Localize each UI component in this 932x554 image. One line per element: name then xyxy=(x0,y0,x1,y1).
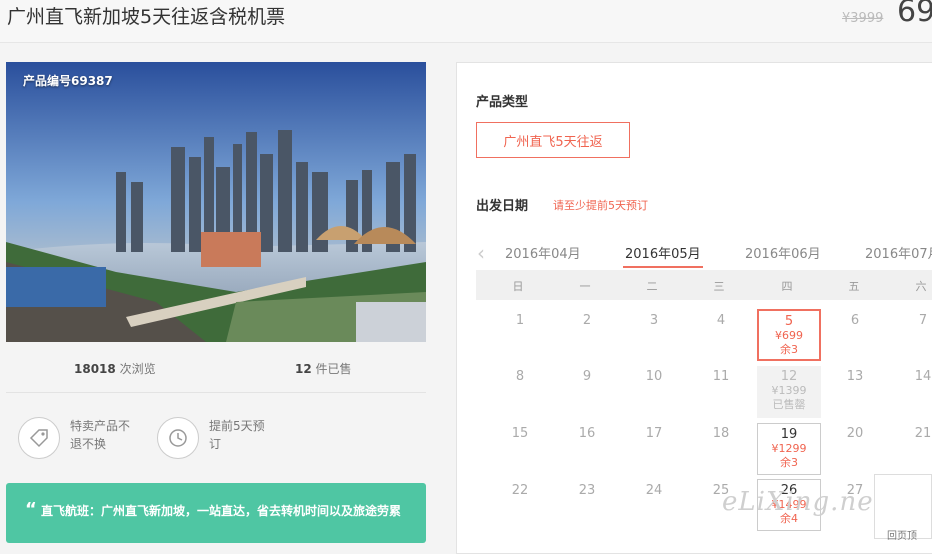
cell-day: 12 xyxy=(780,369,798,384)
booking-panel: 产品类型 广州直飞5天往返 出发日期 请至少提前5天预订 ‹ 2016年04月 … xyxy=(456,62,932,554)
current-price: 69 xyxy=(897,0,932,29)
sold-stat: 12 件已售 xyxy=(295,360,352,377)
cell-day: 19 xyxy=(780,427,798,442)
cell-price: ¥1399 xyxy=(771,384,807,397)
booking-hint: 请至少提前5天预订 xyxy=(553,199,648,212)
views-label: 次浏览 xyxy=(119,362,156,376)
active-month-indicator xyxy=(623,266,703,268)
calendar-cell-selected[interactable]: 5 ¥699 余3 xyxy=(757,309,821,361)
weekday-header: 日 一 二 三 四 五 六 xyxy=(476,270,932,300)
calendar-day: 10 xyxy=(645,369,663,384)
weekday: 五 xyxy=(848,280,860,293)
quote-icon: “ xyxy=(25,499,37,520)
views-stat: 18018 次浏览 xyxy=(74,360,156,377)
weekday: 日 xyxy=(512,280,524,293)
cell-remain: 已售罄 xyxy=(772,398,806,411)
month-tab-2016-06[interactable]: 2016年06月 xyxy=(745,243,821,262)
sold-label: 件已售 xyxy=(315,362,352,376)
page-title: 广州直飞新加坡5天往返含税机票 xyxy=(7,6,286,28)
back-to-top-button[interactable]: 回页顶 xyxy=(874,474,932,542)
calendar-day: 14 xyxy=(914,369,932,384)
calendar-day: 24 xyxy=(645,483,663,498)
calendar-cell-sold-out: 12 ¥1399 已售罄 xyxy=(757,366,821,418)
weekday: 一 xyxy=(579,280,591,293)
back-to-top-label: 回页顶 xyxy=(887,531,917,542)
calendar-day: 6 xyxy=(850,313,860,328)
cell-day: 5 xyxy=(784,314,794,329)
prev-month-arrow[interactable]: ‹ xyxy=(477,241,485,265)
calendar-day: 2 xyxy=(582,313,592,328)
sold-count: 12 xyxy=(295,362,312,376)
cell-remain: 余3 xyxy=(780,343,798,356)
weekday: 四 xyxy=(781,280,793,293)
views-count: 18018 xyxy=(74,362,116,376)
departure-date-label: 出发日期 xyxy=(476,199,529,214)
product-number: 产品编号69387 xyxy=(23,74,113,88)
clock-icon xyxy=(157,417,199,459)
tag-icon xyxy=(18,417,60,459)
feature-text: 特卖产品不退不换 xyxy=(70,419,131,451)
product-photo: 产品编号69387 xyxy=(6,62,426,342)
feature-no-refund: 特卖产品不退不换 xyxy=(18,417,136,459)
calendar-day: 11 xyxy=(712,369,730,384)
month-tab-2016-07[interactable]: 2016年07月 xyxy=(865,243,932,262)
calendar-day: 16 xyxy=(578,426,596,441)
month-tab-2016-04[interactable]: 2016年04月 xyxy=(505,243,581,262)
calendar-day: 17 xyxy=(645,426,663,441)
cell-price: ¥699 xyxy=(775,329,803,342)
page-header: 广州直飞新加坡5天往返含税机票 ¥3999 69 xyxy=(0,0,932,43)
original-price: ¥3999 xyxy=(842,11,884,26)
calendar-day: 22 xyxy=(511,483,529,498)
calendar-day: 15 xyxy=(511,426,529,441)
watermark: eLiXing.net xyxy=(722,487,886,517)
feature-advance-booking: 提前5天预订 xyxy=(157,417,275,459)
calendar-day: 1 xyxy=(515,313,525,328)
month-tab-2016-05[interactable]: 2016年05月 xyxy=(625,243,701,262)
calendar-day: 9 xyxy=(582,369,592,384)
product-gallery: 产品编号69387 xyxy=(6,62,426,342)
weekday: 三 xyxy=(713,280,725,293)
cell-price: ¥1299 xyxy=(771,442,807,455)
calendar-day: 13 xyxy=(846,369,864,384)
divider xyxy=(6,392,426,393)
calendar-day: 4 xyxy=(716,313,726,328)
calendar-day: 8 xyxy=(515,369,525,384)
weekday: 二 xyxy=(646,280,658,293)
banner-text: 直飞航班：广州直飞新加坡，一站直达，省去转机时间以及旅途劳累 xyxy=(41,504,402,518)
singapore-skyline-image xyxy=(6,62,426,342)
calendar-day: 21 xyxy=(914,426,932,441)
calendar-day: 7 xyxy=(918,313,928,328)
feature-text: 提前5天预订 xyxy=(209,419,265,451)
product-type-option[interactable]: 广州直飞5天往返 xyxy=(476,122,630,158)
flight-info-banner: “ 直飞航班：广州直飞新加坡，一站直达，省去转机时间以及旅途劳累 xyxy=(6,483,426,543)
product-type-label: 产品类型 xyxy=(476,95,529,110)
calendar-day: 23 xyxy=(578,483,596,498)
calendar-day: 3 xyxy=(649,313,659,328)
weekday: 六 xyxy=(915,280,927,293)
cell-remain: 余3 xyxy=(780,456,798,469)
calendar-day: 20 xyxy=(846,426,864,441)
calendar-cell-available[interactable]: 19 ¥1299 余3 xyxy=(757,423,821,475)
calendar-day: 18 xyxy=(712,426,730,441)
